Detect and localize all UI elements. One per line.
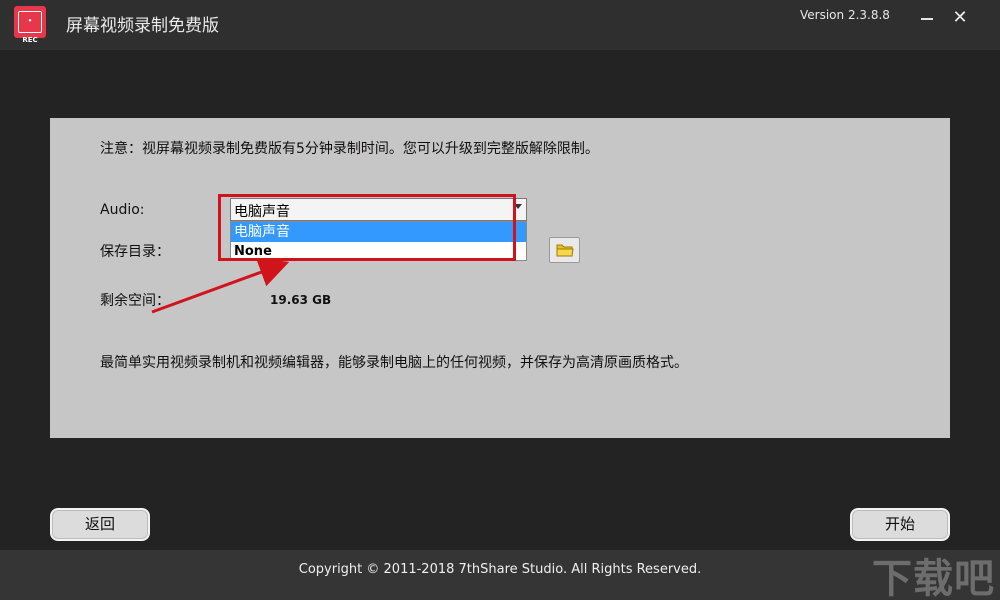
audio-select-value: 电脑声音 (234, 204, 290, 220)
app-title: 屏幕视频录制免费版 (66, 16, 219, 36)
copyright-text: Copyright © 2011-2018 7thShare Studio. A… (298, 562, 702, 577)
title-bar: • REC 屏幕视频录制免费版 Version 2.3.8.8 ✕ (0, 0, 1000, 50)
minimize-icon (921, 18, 933, 20)
audio-dropdown-list: 电脑声音 None (230, 221, 527, 261)
close-icon: ✕ (952, 7, 968, 28)
free-space-value: 19.63 GB (270, 293, 332, 307)
footer: Copyright © 2011-2018 7thShare Studio. A… (0, 550, 1000, 600)
start-button[interactable]: 开始 (850, 508, 950, 541)
folder-icon (556, 244, 574, 257)
save-dir-label: 保存目录： (100, 244, 170, 260)
app-description: 最简单实用视频录制机和视频编辑器，能够录制电脑上的任何视频，并保存为高清原画质格… (100, 355, 688, 371)
trial-notice: 注意：视屏幕视频录制免费版有5分钟录制时间。您可以升级到完整版解除限制。 (100, 141, 599, 157)
audio-select[interactable]: 电脑声音 (230, 198, 527, 221)
rec-logo-icon: • REC (18, 11, 42, 44)
close-button[interactable]: ✕ (949, 7, 971, 29)
settings-panel: 注意：视屏幕视频录制免费版有5分钟录制时间。您可以升级到完整版解除限制。 Aud… (50, 118, 950, 438)
annotation-arrow-icon (151, 258, 290, 314)
audio-label: Audio: (100, 202, 145, 218)
browse-folder-button[interactable] (549, 237, 580, 263)
app-logo: • REC (14, 6, 46, 44)
audio-option-computer-sound[interactable]: 电脑声音 (231, 222, 526, 242)
free-space-label: 剩余空间： (100, 293, 170, 309)
chevron-down-icon (514, 204, 522, 209)
version-label: Version 2.3.8.8 (800, 8, 890, 22)
back-button[interactable]: 返回 (50, 508, 150, 541)
minimize-button[interactable] (916, 7, 938, 29)
audio-option-none[interactable]: None (231, 242, 526, 262)
